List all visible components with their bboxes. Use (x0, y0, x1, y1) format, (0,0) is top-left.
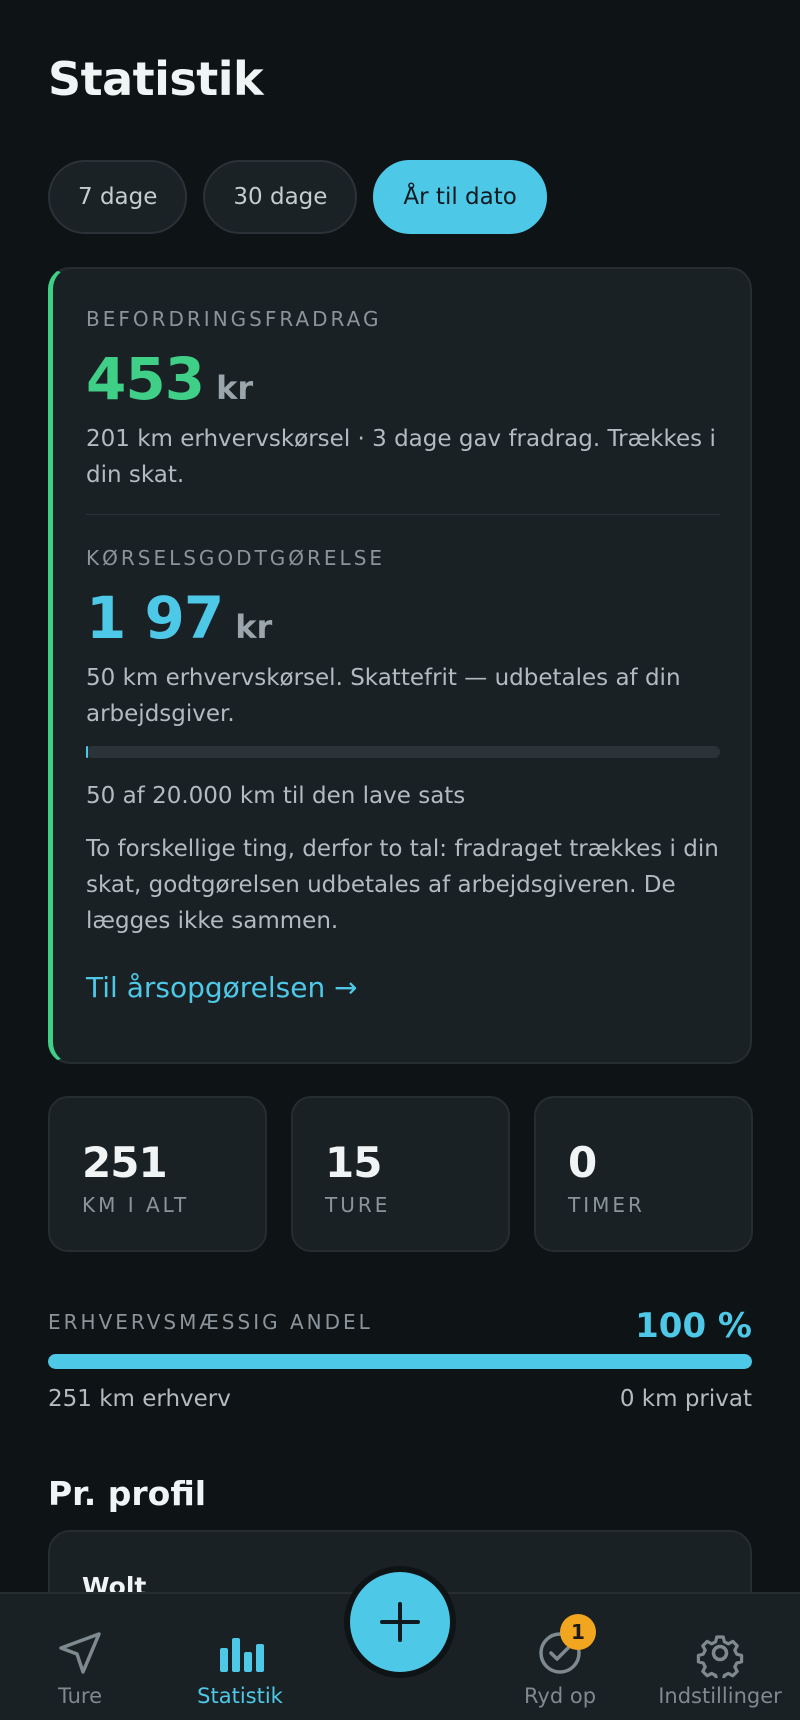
rate-limit-text: 50 af 20.000 km til den lave sats (86, 783, 466, 809)
tab-30-days[interactable]: 30 dage (203, 160, 358, 234)
allowance-eyebrow: KØRSELSGODTGØRELSE (86, 546, 386, 570)
business-share-percent: 100 % (635, 1306, 752, 1346)
deduction-description: 201 km erhvervskørsel · 3 dage gav fradr… (86, 426, 716, 488)
business-share-bar-fill (48, 1354, 752, 1369)
allowance-unit: kr (235, 608, 273, 646)
nav-item-trips[interactable]: Ture (0, 1594, 160, 1720)
nav-item-cleanup[interactable]: Ryd op (480, 1594, 640, 1720)
tab-year-to-date[interactable]: År til dato (373, 160, 547, 234)
rate-limit-progress-fill (86, 746, 88, 758)
range-tabs: 7 dage 30 dage År til dato (48, 160, 547, 234)
gear-icon (696, 1635, 744, 1678)
bar-chart-icon (220, 1638, 264, 1672)
business-share-footer: 251 km erhverv 0 km privat (48, 1386, 752, 1412)
annual-statement-link[interactable]: Til årsopgørelsen → (86, 971, 358, 1004)
nav-label: Ryd op (523, 1684, 597, 1708)
add-trip-button[interactable] (350, 1572, 450, 1672)
stat-row: 251 KM I ALT 15 TURE 0 TIMER (48, 1096, 753, 1252)
stat-value: 15 (325, 1138, 382, 1187)
page-title: Statistik (48, 52, 264, 106)
explanation-text: To forskellige ting, derfor to tal: frad… (86, 836, 719, 934)
nav-label: Statistik (197, 1684, 283, 1708)
stat-label: TIMER (568, 1193, 645, 1217)
statistics-screen: Statistik 7 dage 30 dage År til dato BEF… (0, 0, 800, 1720)
navigation-arrow-icon (59, 1632, 101, 1674)
stat-card-total-km: 251 KM I ALT (48, 1096, 267, 1252)
business-share-label: ERHVERVSMÆSSIG ANDEL (48, 1310, 373, 1334)
tab-7-days[interactable]: 7 dage (48, 160, 188, 234)
nav-label: Ture (57, 1684, 103, 1708)
stat-value: 0 (568, 1138, 597, 1187)
deduction-unit: kr (216, 369, 254, 407)
deduction-amount: 453 (86, 345, 205, 413)
nav-item-settings[interactable]: Indstillinger (640, 1594, 800, 1720)
private-km-text: 0 km privat (619, 1386, 752, 1412)
rate-limit-progress (86, 746, 720, 758)
allowance-description: 50 km erhvervskørsel. Skattefrit — udbet… (86, 665, 681, 727)
tax-summary-card: BEFORDRINGSFRADRAG 453 kr 201 km erhverv… (48, 267, 752, 1064)
plus-icon (380, 1602, 420, 1642)
stat-value: 251 (82, 1138, 168, 1187)
business-share-bar (48, 1354, 752, 1369)
nav-item-statistics[interactable]: Statistik (160, 1594, 320, 1720)
profiles-section-title: Pr. profil (48, 1474, 207, 1513)
stat-label: KM I ALT (82, 1193, 190, 1217)
stat-card-trips: 15 TURE (291, 1096, 510, 1252)
deduction-eyebrow: BEFORDRINGSFRADRAG (86, 307, 382, 331)
allowance-amount-row: 1 97 kr (86, 584, 272, 652)
allowance-amount: 1 97 (86, 584, 224, 652)
business-km-text: 251 km erhverv (48, 1386, 231, 1412)
stat-label: TURE (325, 1193, 391, 1217)
deduction-amount-row: 453 kr (86, 345, 253, 413)
cleanup-badge: 1 (560, 1614, 596, 1650)
nav-label: Indstillinger (658, 1684, 782, 1708)
card-divider (86, 514, 720, 515)
stat-card-hours: 0 TIMER (534, 1096, 753, 1252)
